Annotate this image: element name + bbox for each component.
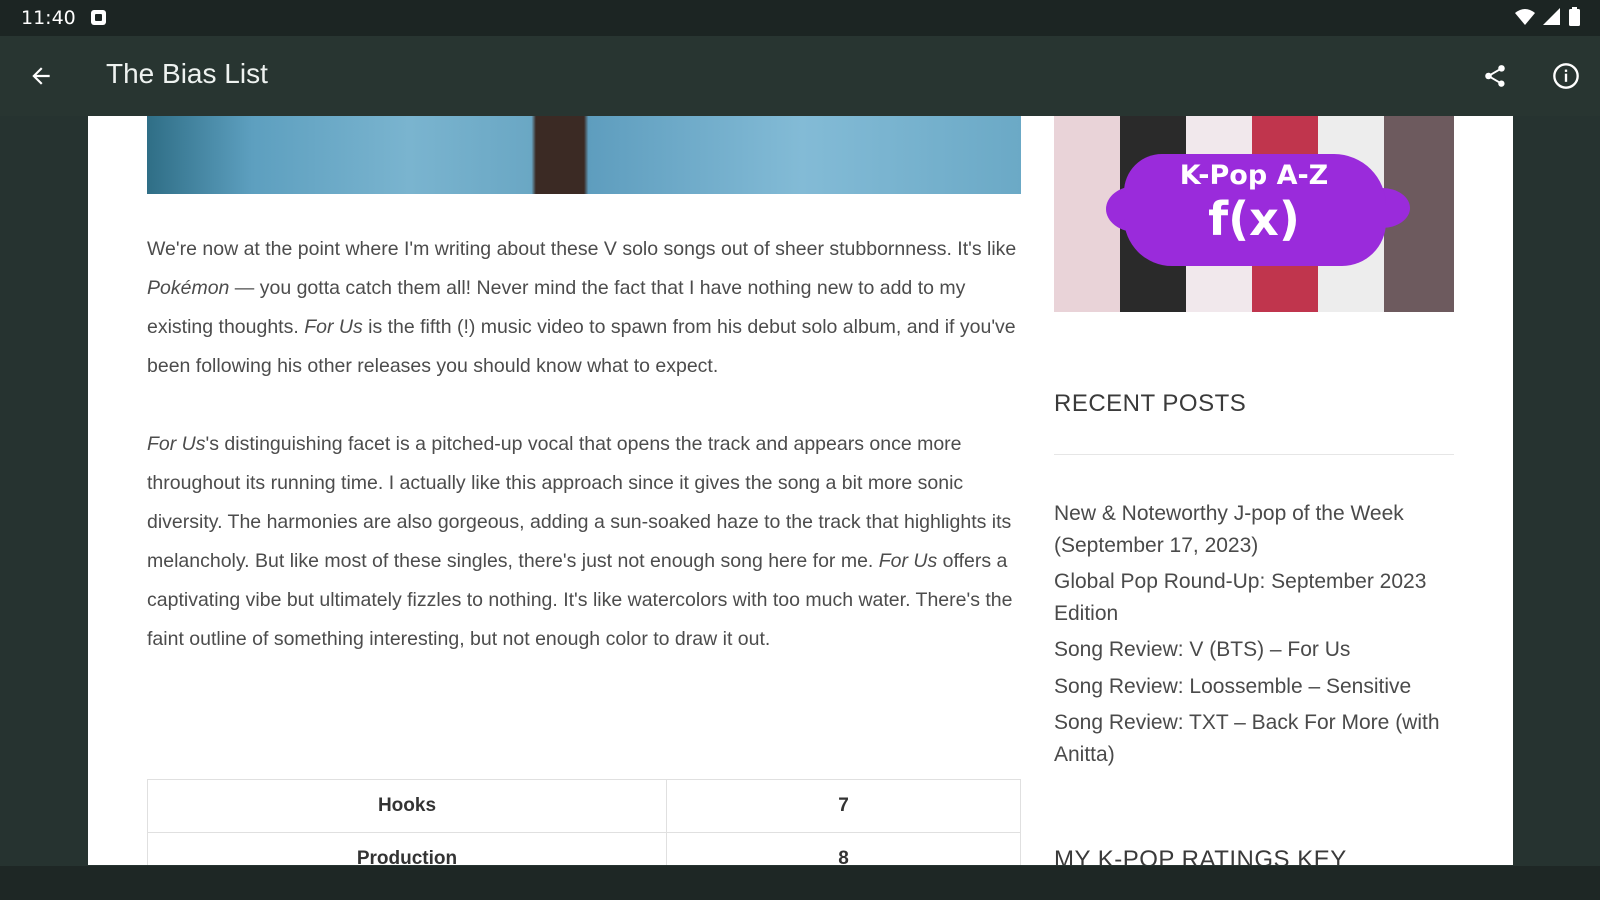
divider: [1054, 454, 1454, 455]
recent-post-link[interactable]: New & Noteworthy J-pop of the Week (Sept…: [1054, 498, 1454, 561]
cellular-signal-icon: [1543, 7, 1560, 25]
app-toolbar: The Bias List: [0, 36, 1600, 116]
notification-icon: [91, 10, 106, 25]
banner-subtitle: f(x): [1208, 192, 1300, 246]
italic-title: Pokémon: [147, 277, 230, 299]
article-paragraph: We're now at the point where I'm writing…: [147, 230, 1021, 386]
article-body: We're now at the point where I'm writing…: [147, 230, 1021, 698]
paragraph-text: We're now at the point where I'm writing…: [147, 238, 1017, 260]
italic-title: For Us: [878, 550, 938, 572]
arrow-back-icon: [32, 67, 50, 85]
back-button[interactable]: [19, 54, 63, 98]
article-hero-image: [147, 116, 1021, 194]
italic-title: For Us: [304, 316, 363, 338]
table-row: Hooks 7: [147, 779, 1021, 833]
ratings-key-heading: MY K-POP RATINGS KEY: [1054, 846, 1347, 865]
score-table: Hooks 7 Production 8: [147, 779, 1021, 865]
share-button[interactable]: [1473, 54, 1517, 98]
italic-title: For Us: [147, 433, 206, 455]
recent-posts-heading: RECENT POSTS: [1054, 390, 1247, 417]
status-bar: 11:40: [0, 0, 1600, 36]
status-time: 11:40: [21, 7, 76, 29]
recent-post-link[interactable]: Song Review: Loossemble – Sensitive: [1054, 671, 1454, 703]
article-paragraph: For Us's distinguishing facet is a pitch…: [147, 425, 1021, 659]
web-content[interactable]: We're now at the point where I'm writing…: [88, 116, 1513, 865]
score-value: 8: [666, 832, 1021, 865]
table-row: Production 8: [147, 832, 1021, 865]
kpop-a-z-banner[interactable]: K-Pop A-Z f(x): [1054, 116, 1454, 312]
score-label: Hooks: [147, 779, 667, 833]
recent-posts-list: New & Noteworthy J-pop of the Week (Sept…: [1054, 498, 1454, 775]
share-icon: [1485, 65, 1505, 87]
score-value: 7: [666, 779, 1021, 833]
info-icon: [1553, 63, 1579, 89]
battery-icon: [1569, 7, 1580, 26]
navigation-bar: [0, 866, 1600, 900]
banner-title: K-Pop A-Z: [1179, 160, 1329, 191]
status-icons: [1515, 7, 1580, 26]
recent-post-link[interactable]: Global Pop Round-Up: September 2023 Edit…: [1054, 566, 1454, 629]
wifi-icon: [1515, 8, 1535, 25]
page-title: The Bias List: [106, 58, 268, 89]
score-label: Production: [147, 832, 667, 865]
recent-post-link[interactable]: Song Review: V (BTS) – For Us: [1054, 634, 1454, 666]
info-button[interactable]: [1544, 54, 1588, 98]
recent-post-link[interactable]: Song Review: TXT – Back For More (with A…: [1054, 707, 1454, 770]
